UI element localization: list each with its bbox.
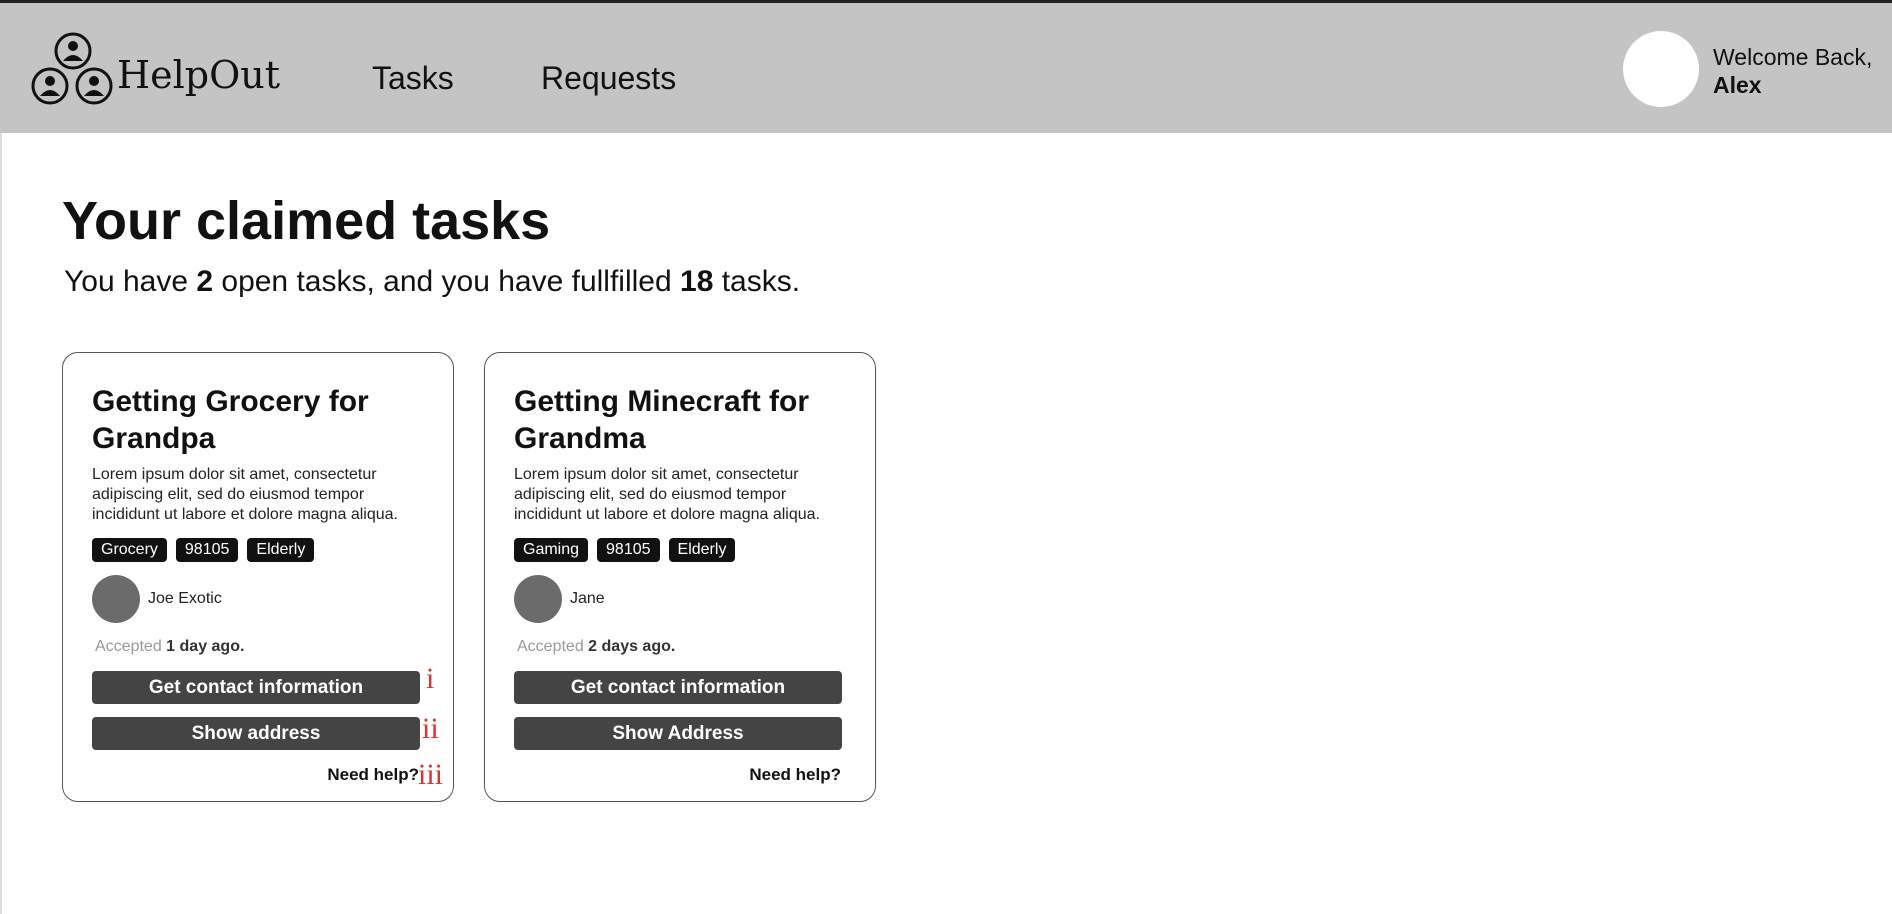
show-address-button[interactable]: Show address: [92, 717, 420, 750]
nav-requests-link[interactable]: Requests: [541, 60, 676, 97]
open-task-count: 2: [196, 265, 214, 298]
get-contact-button[interactable]: Get contact information: [514, 671, 842, 704]
summary-prefix: You have: [64, 265, 197, 298]
requester-name: Joe Exotic: [148, 590, 222, 607]
task-title: Getting Minecraft for Grandma: [514, 385, 810, 455]
accepted-status: Accepted 1 day ago.: [95, 638, 244, 656]
tag-badge: Gaming: [514, 538, 589, 562]
task-description: Lorem ipsum dolor sit amet, consectetur …: [92, 466, 398, 523]
need-help-link[interactable]: Need help?: [749, 765, 841, 785]
accepted-status: Accepted 2 days ago.: [517, 638, 675, 656]
left-edge-divider: [0, 133, 2, 914]
requester: Jane: [514, 575, 605, 623]
user-name: Alex: [1713, 72, 1762, 98]
summary-middle: open tasks, and you have fullfilled: [213, 265, 681, 298]
tag-badge: 98105: [175, 538, 239, 562]
fulfilled-task-count: 18: [680, 265, 714, 298]
requester-avatar: [514, 575, 562, 623]
task-card: Getting Grocery for Grandpa Lorem ipsum …: [62, 352, 454, 802]
task-summary: You have 2 open tasks, and you have full…: [64, 265, 800, 299]
requester-avatar: [92, 575, 140, 623]
summary-suffix: tasks.: [713, 265, 801, 298]
accepted-label: Accepted: [95, 638, 162, 655]
task-title: Getting Grocery for Grandpa: [92, 385, 369, 455]
get-contact-button[interactable]: Get contact information: [92, 671, 420, 704]
nav-tasks-link[interactable]: Tasks: [372, 60, 454, 97]
accepted-time: 2 days ago.: [588, 638, 676, 655]
welcome-label: Welcome Back,: [1713, 44, 1873, 70]
accepted-label: Accepted: [517, 638, 584, 655]
need-help-link[interactable]: Need help?: [327, 765, 419, 785]
welcome-message: Welcome Back, Alex: [1713, 43, 1872, 99]
task-description: Lorem ipsum dolor sit amet, consectetur …: [514, 466, 820, 523]
page-title: Your claimed tasks: [62, 191, 551, 251]
tag-badge: Grocery: [92, 538, 167, 562]
navbar: HelpOut Tasks Requests Welcome Back, Ale…: [0, 3, 1892, 133]
show-address-button[interactable]: Show Address: [514, 717, 842, 750]
helpout-logo-icon[interactable]: [30, 31, 120, 111]
requester: Joe Exotic: [92, 575, 222, 623]
accepted-time: 1 day ago.: [166, 638, 245, 655]
task-card: Getting Minecraft for Grandma Lorem ipsu…: [484, 352, 876, 802]
annotation-marker-iii: iii: [418, 758, 444, 791]
user-avatar[interactable]: [1623, 31, 1699, 107]
brand-name[interactable]: HelpOut: [117, 53, 280, 97]
annotation-marker-ii: ii: [422, 712, 439, 745]
tag-list: Grocery 98105 Elderly: [92, 538, 315, 562]
tag-badge: 98105: [597, 538, 660, 562]
tag-list: Gaming 98105 Elderly: [514, 538, 736, 562]
annotation-marker-i: i: [426, 662, 435, 695]
requester-name: Jane: [570, 590, 605, 607]
tag-badge: Elderly: [247, 538, 315, 562]
tag-badge: Elderly: [668, 538, 736, 562]
